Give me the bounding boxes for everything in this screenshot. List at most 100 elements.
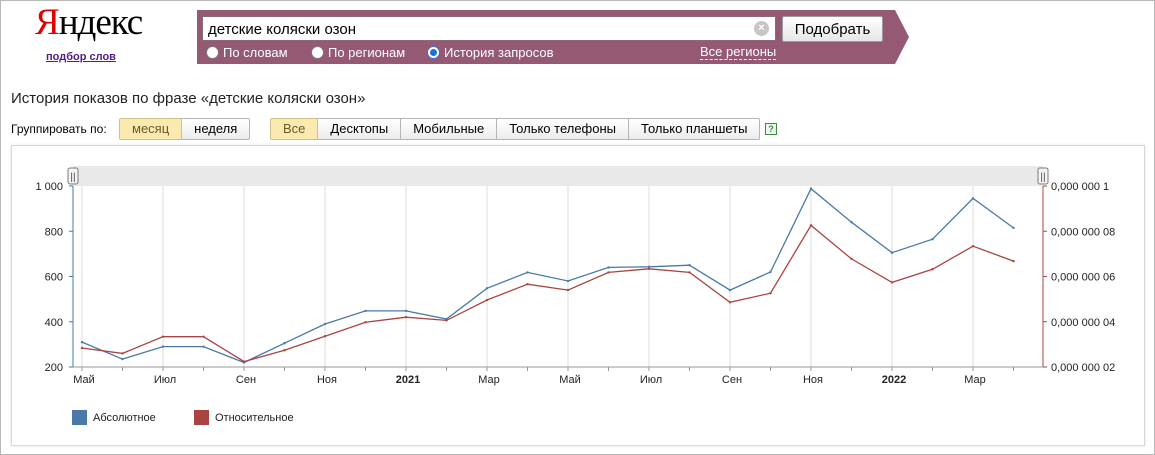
x-tick-label: Ноя bbox=[317, 374, 337, 386]
clear-icon[interactable]: × bbox=[754, 21, 769, 36]
point-absolute bbox=[202, 345, 205, 348]
x-tick-label: Май bbox=[73, 374, 95, 386]
y-right-tick-label: 0,000 000 04 bbox=[1051, 317, 1115, 329]
radio-by-words[interactable]: По словам bbox=[206, 44, 288, 60]
legend-label: Относительное bbox=[215, 411, 294, 424]
point-absolute bbox=[323, 322, 327, 326]
group-by-label: Группировать по: bbox=[11, 122, 107, 136]
device-filter: Все Десктопы Мобильные Только телефоны Т… bbox=[270, 118, 761, 140]
point-relative bbox=[931, 268, 934, 271]
help-icon[interactable]: ? bbox=[765, 123, 777, 135]
point-relative bbox=[364, 321, 367, 324]
point-relative bbox=[647, 267, 651, 271]
point-absolute bbox=[80, 340, 84, 344]
x-tick-label: Июл bbox=[640, 374, 662, 386]
point-relative bbox=[283, 349, 286, 352]
range-handle-glyph: || bbox=[1040, 172, 1045, 183]
point-relative bbox=[242, 360, 246, 363]
legend-item-relative[interactable]: Относительное bbox=[194, 410, 294, 425]
y-left-tick-label: 400 bbox=[45, 317, 63, 329]
y-left-tick-label: 200 bbox=[45, 362, 63, 374]
point-relative bbox=[769, 292, 772, 295]
device-mobile-button[interactable]: Мобильные bbox=[401, 118, 498, 140]
x-tick-label: Июл bbox=[154, 374, 176, 386]
device-tablets-button[interactable]: Только планшеты bbox=[629, 118, 761, 140]
point-absolute bbox=[809, 187, 813, 190]
point-relative bbox=[485, 298, 489, 302]
point-relative bbox=[971, 244, 975, 248]
range-handle-glyph: || bbox=[70, 172, 75, 183]
point-absolute bbox=[1012, 226, 1015, 230]
group-by-toggle: месяц неделя bbox=[119, 118, 251, 140]
radio-label: История запросов bbox=[444, 44, 554, 60]
submit-button[interactable]: Подобрать bbox=[782, 16, 883, 42]
radio-selected-icon bbox=[427, 45, 440, 59]
point-relative bbox=[850, 257, 853, 261]
point-relative bbox=[121, 352, 124, 355]
radio-circle-icon bbox=[311, 45, 324, 59]
y-right-tick-label: 0,000 000 08 bbox=[1051, 226, 1115, 238]
point-relative bbox=[688, 271, 691, 274]
legend-swatch bbox=[194, 410, 209, 425]
point-relative bbox=[445, 319, 448, 322]
radio-label: По словам bbox=[223, 44, 288, 60]
point-relative bbox=[404, 316, 408, 319]
point-relative bbox=[80, 346, 84, 350]
point-relative bbox=[890, 281, 894, 284]
radio-label: По регионам bbox=[328, 44, 406, 60]
legend-item-absolute[interactable]: Абсолютное bbox=[72, 410, 156, 425]
y-right-tick-label: 0,000 000 06 bbox=[1051, 272, 1115, 284]
legend-label: Абсолютное bbox=[93, 411, 156, 424]
radio-circle-icon bbox=[206, 45, 219, 59]
y-left-tick-label: 1 000 bbox=[35, 181, 63, 193]
point-absolute bbox=[121, 357, 124, 361]
y-right-tick-label: 0,000 000 02 bbox=[1051, 362, 1115, 374]
point-absolute bbox=[850, 221, 853, 224]
search-input[interactable] bbox=[202, 16, 776, 41]
logo-first-letter: Я bbox=[35, 2, 60, 43]
chart-panel: || || 1 000 800 600 400 200 0,000 000 1 0,000 00… bbox=[11, 145, 1145, 446]
point-absolute bbox=[404, 309, 408, 313]
y-left-tick-label: 600 bbox=[45, 272, 63, 284]
point-absolute bbox=[526, 271, 529, 274]
logo-rest: ндекс bbox=[58, 2, 144, 43]
x-tick-label: 2022 bbox=[882, 374, 906, 386]
point-absolute bbox=[161, 345, 165, 348]
series-line-relative bbox=[81, 224, 1014, 363]
point-relative bbox=[526, 282, 529, 286]
point-absolute bbox=[769, 270, 772, 274]
point-absolute bbox=[485, 287, 489, 290]
x-tick-label: Мар bbox=[478, 374, 500, 386]
all-regions-link[interactable]: Все регионы bbox=[700, 44, 777, 60]
point-absolute bbox=[364, 309, 367, 313]
radio-history[interactable]: История запросов bbox=[427, 44, 554, 60]
group-week-button[interactable]: неделя bbox=[182, 118, 251, 140]
point-absolute bbox=[931, 237, 934, 241]
x-tick-label: Сен bbox=[722, 374, 742, 386]
point-relative bbox=[323, 335, 327, 338]
history-chart: || || 1 000 800 600 400 200 0,000 000 1 0,000 00… bbox=[35, 166, 1115, 386]
device-all-button[interactable]: Все bbox=[270, 118, 319, 140]
point-absolute bbox=[283, 342, 286, 345]
point-absolute bbox=[607, 266, 610, 269]
device-desktop-button[interactable]: Десктопы bbox=[318, 118, 402, 140]
point-absolute bbox=[971, 197, 975, 200]
group-month-button[interactable]: месяц bbox=[119, 118, 183, 140]
page-title: История показов по фразе «детские коляск… bbox=[11, 90, 366, 107]
point-relative bbox=[566, 288, 570, 292]
point-relative bbox=[161, 335, 165, 338]
device-phones-button[interactable]: Только телефоны bbox=[497, 118, 630, 140]
range-navigator-band bbox=[73, 166, 1043, 186]
point-absolute bbox=[890, 251, 894, 254]
x-tick-label: Ноя bbox=[803, 374, 823, 386]
x-tick-label: 2021 bbox=[396, 374, 420, 386]
point-absolute bbox=[728, 288, 732, 292]
yandex-logo[interactable]: Яндекс bbox=[35, 2, 144, 43]
radio-by-regions[interactable]: По регионам bbox=[311, 44, 405, 60]
wordstat-link[interactable]: подбор слов bbox=[46, 51, 116, 63]
point-relative bbox=[728, 301, 732, 304]
x-tick-label: Сен bbox=[236, 374, 256, 386]
search-panel-arrow bbox=[895, 10, 909, 64]
point-absolute bbox=[566, 279, 570, 283]
point-absolute bbox=[688, 263, 691, 267]
